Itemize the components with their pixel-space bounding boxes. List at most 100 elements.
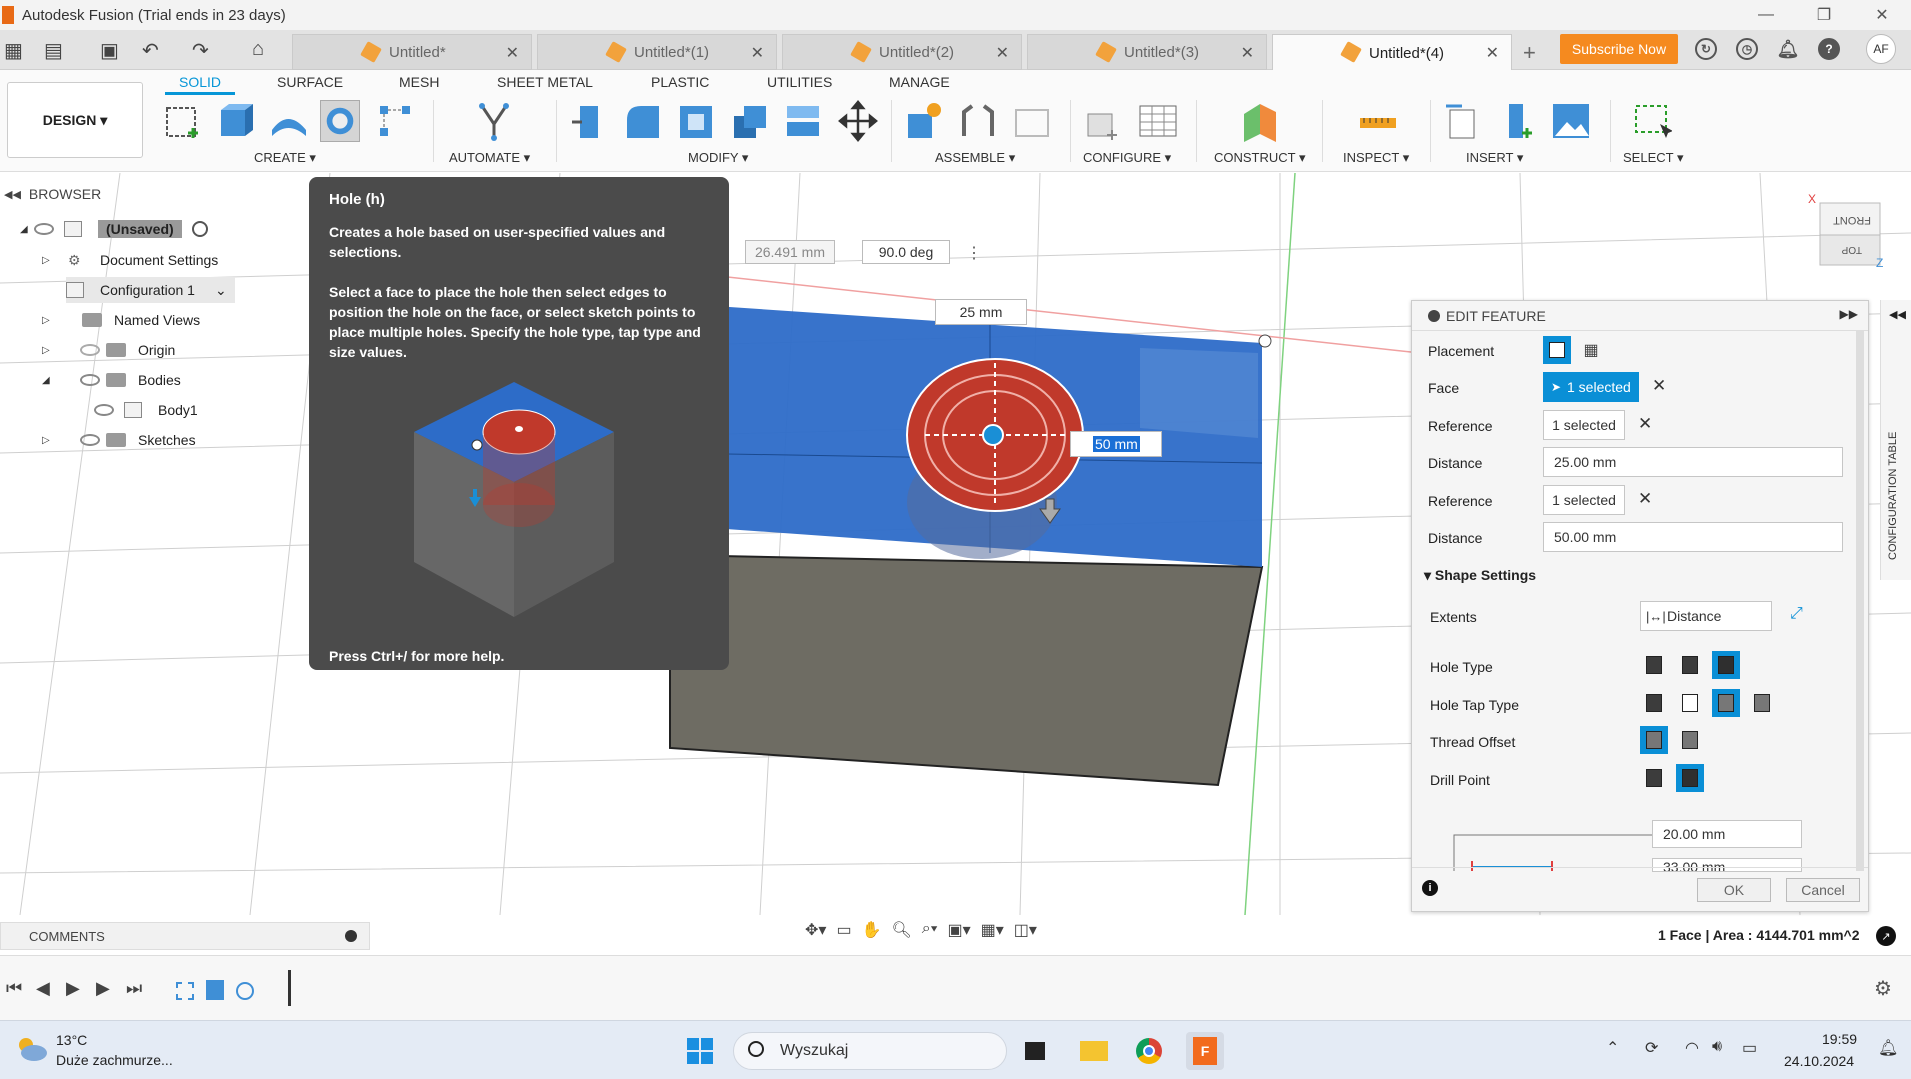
select-icon[interactable] <box>1632 100 1672 142</box>
clock-time[interactable]: 19:59 <box>1822 1031 1857 1047</box>
body-front-face[interactable] <box>669 553 1264 787</box>
hole-center-point[interactable] <box>982 424 1004 446</box>
pattern-icon[interactable] <box>376 100 416 142</box>
timeline-marker[interactable] <box>288 970 291 1006</box>
automate-icon[interactable] <box>474 100 514 142</box>
select-menu[interactable]: SELECT ▾ <box>1623 150 1683 166</box>
tree-origin[interactable]: ▷ Origin <box>42 337 175 363</box>
close-window-button[interactable]: ✕ <box>1853 0 1911 30</box>
expand-triangle-icon[interactable]: ▷ <box>42 345 56 356</box>
construct-plane-icon[interactable] <box>1240 100 1280 142</box>
move-icon[interactable] <box>838 100 878 142</box>
ok-button[interactable]: OK <box>1697 878 1771 902</box>
offset-face-icon[interactable] <box>783 100 823 142</box>
insert-derive-icon[interactable] <box>1444 100 1484 142</box>
grid-settings-icon[interactable]: ▦▾ <box>981 920 1004 948</box>
distance2-input[interactable]: 50.00 mm <box>1543 522 1843 552</box>
press-pull-icon[interactable] <box>570 100 610 142</box>
tab-untitled-1[interactable]: Untitled*(1) ✕ <box>537 34 777 70</box>
subscribe-button[interactable]: Subscribe Now <box>1560 34 1678 64</box>
app-grid-icon[interactable]: ▦ <box>4 38 23 63</box>
tab-utilities[interactable]: UTILITIES <box>767 74 832 90</box>
thread-offset-partial[interactable] <box>1676 726 1704 754</box>
more-options-icon[interactable]: ⋮ <box>966 243 982 263</box>
reference2-selection[interactable]: 1 selected <box>1543 485 1625 515</box>
timeline-settings-icon[interactable]: ⚙ <box>1874 976 1892 1001</box>
tab-close-icon[interactable]: ✕ <box>996 43 1009 63</box>
measure-icon[interactable] <box>1358 100 1398 142</box>
workspace-switcher[interactable]: DESIGN ▾ <box>7 82 143 158</box>
tree-body1[interactable]: Body1 <box>92 397 198 423</box>
timeline-sketch-icon[interactable] <box>176 982 194 1000</box>
extensions-icon[interactable]: ↻ <box>1695 38 1717 60</box>
new-component-icon[interactable] <box>904 100 944 142</box>
sync-icon[interactable]: ⟳ <box>1645 1038 1658 1058</box>
shell-icon[interactable] <box>676 100 716 142</box>
create-menu[interactable]: CREATE ▾ <box>254 150 316 166</box>
job-status-icon[interactable]: ◷ <box>1736 38 1758 60</box>
tab-untitled[interactable]: Untitled* ✕ <box>292 34 532 70</box>
tab-close-icon[interactable]: ✕ <box>751 43 764 63</box>
clear-reference2-icon[interactable]: ✕ <box>1638 489 1652 509</box>
tab-mesh[interactable]: MESH <box>399 74 439 90</box>
hole-type-counterbore[interactable] <box>1676 651 1704 679</box>
clear-face-icon[interactable]: ✕ <box>1652 376 1666 396</box>
selection-filter-icon[interactable]: ↗ <box>1876 926 1896 946</box>
multiple-holes-option[interactable]: ▦ <box>1577 336 1605 364</box>
joint-icon[interactable] <box>958 100 998 142</box>
tab-close-icon[interactable]: ✕ <box>1241 43 1254 63</box>
expand-panel-icon[interactable]: ▶▶ <box>1840 307 1858 321</box>
info-icon[interactable]: i <box>1422 880 1438 896</box>
look-at-icon[interactable]: ▭ <box>836 920 851 948</box>
thread-offset-full[interactable] <box>1640 726 1668 754</box>
tree-document-settings[interactable]: ▷ ⚙ Document Settings <box>42 247 218 273</box>
tab-solid[interactable]: SOLID <box>179 74 221 90</box>
tab-untitled-4[interactable]: Untitled*(4) ✕ <box>1272 34 1512 71</box>
zoom-icon[interactable]: 🔍︎ <box>891 920 911 948</box>
tab-close-icon[interactable]: ✕ <box>506 43 519 63</box>
configure-menu[interactable]: CONFIGURE ▾ <box>1083 150 1171 166</box>
collapse-triangle-icon[interactable]: ◢ <box>20 224 34 235</box>
inspect-menu[interactable]: INSPECT ▾ <box>1343 150 1409 166</box>
angle-input[interactable]: 90.0 deg <box>862 240 950 264</box>
reference1-selection[interactable]: 1 selected <box>1543 410 1625 440</box>
go-to-start-icon[interactable]: ⏮ <box>6 978 22 999</box>
drill-point-angled[interactable] <box>1676 764 1704 792</box>
visibility-eye-icon[interactable] <box>34 223 54 235</box>
cloud-weather-icon[interactable] <box>14 1035 48 1063</box>
flip-direction-icon[interactable]: ⤢ <box>1790 605 1803 623</box>
insert-mcmaster-icon[interactable] <box>1497 100 1537 142</box>
visibility-eye-icon[interactable] <box>80 374 100 386</box>
undo-icon[interactable]: ↶ <box>142 38 159 63</box>
home-icon[interactable]: ⌂ <box>252 38 264 61</box>
view-cube[interactable]: FRONT TOP X Z <box>1808 192 1883 270</box>
chrome-icon[interactable] <box>1130 1032 1168 1070</box>
tree-sketches[interactable]: ▷ Sketches <box>42 427 196 453</box>
tap-type-clearance[interactable] <box>1676 689 1704 717</box>
fillet-icon[interactable] <box>623 100 663 142</box>
assemble-menu[interactable]: ASSEMBLE ▾ <box>935 150 1015 166</box>
distance-input[interactable]: 26.491 mm <box>745 240 835 264</box>
zoom-window-icon[interactable]: ⌕▾ <box>922 920 938 948</box>
timeline-hole-icon[interactable] <box>236 982 254 1000</box>
extents-dropdown[interactable]: |↔| Distance <box>1640 601 1772 631</box>
notification-bell-icon[interactable]: 🔔︎ <box>1878 1038 1898 1058</box>
activate-radio-icon[interactable] <box>191 221 208 237</box>
modify-menu[interactable]: MODIFY ▾ <box>688 150 748 166</box>
construct-menu[interactable]: CONSTRUCT ▾ <box>1214 150 1306 166</box>
tab-untitled-3[interactable]: Untitled*(3) ✕ <box>1027 34 1267 70</box>
revolve-icon[interactable] <box>268 100 308 142</box>
file-explorer-icon[interactable] <box>1074 1032 1112 1070</box>
dimension-a-input[interactable]: 20.00 mm <box>1652 820 1802 848</box>
extrude-icon[interactable] <box>215 100 255 142</box>
wifi-icon[interactable]: ◠ <box>1685 1038 1699 1058</box>
step-back-icon[interactable]: ◀ <box>36 978 50 999</box>
play-icon[interactable]: ▶ <box>66 978 80 999</box>
expand-triangle-icon[interactable]: ▷ <box>42 435 56 446</box>
show-hidden-icons[interactable]: ⌃ <box>1606 1038 1619 1058</box>
pan-icon[interactable]: ✋ <box>862 920 882 948</box>
battery-icon[interactable]: ▭ <box>1742 1038 1757 1058</box>
as-built-joint-icon[interactable] <box>1012 100 1052 142</box>
task-view-icon[interactable] <box>1016 1032 1054 1070</box>
cancel-button[interactable]: Cancel <box>1786 878 1860 902</box>
